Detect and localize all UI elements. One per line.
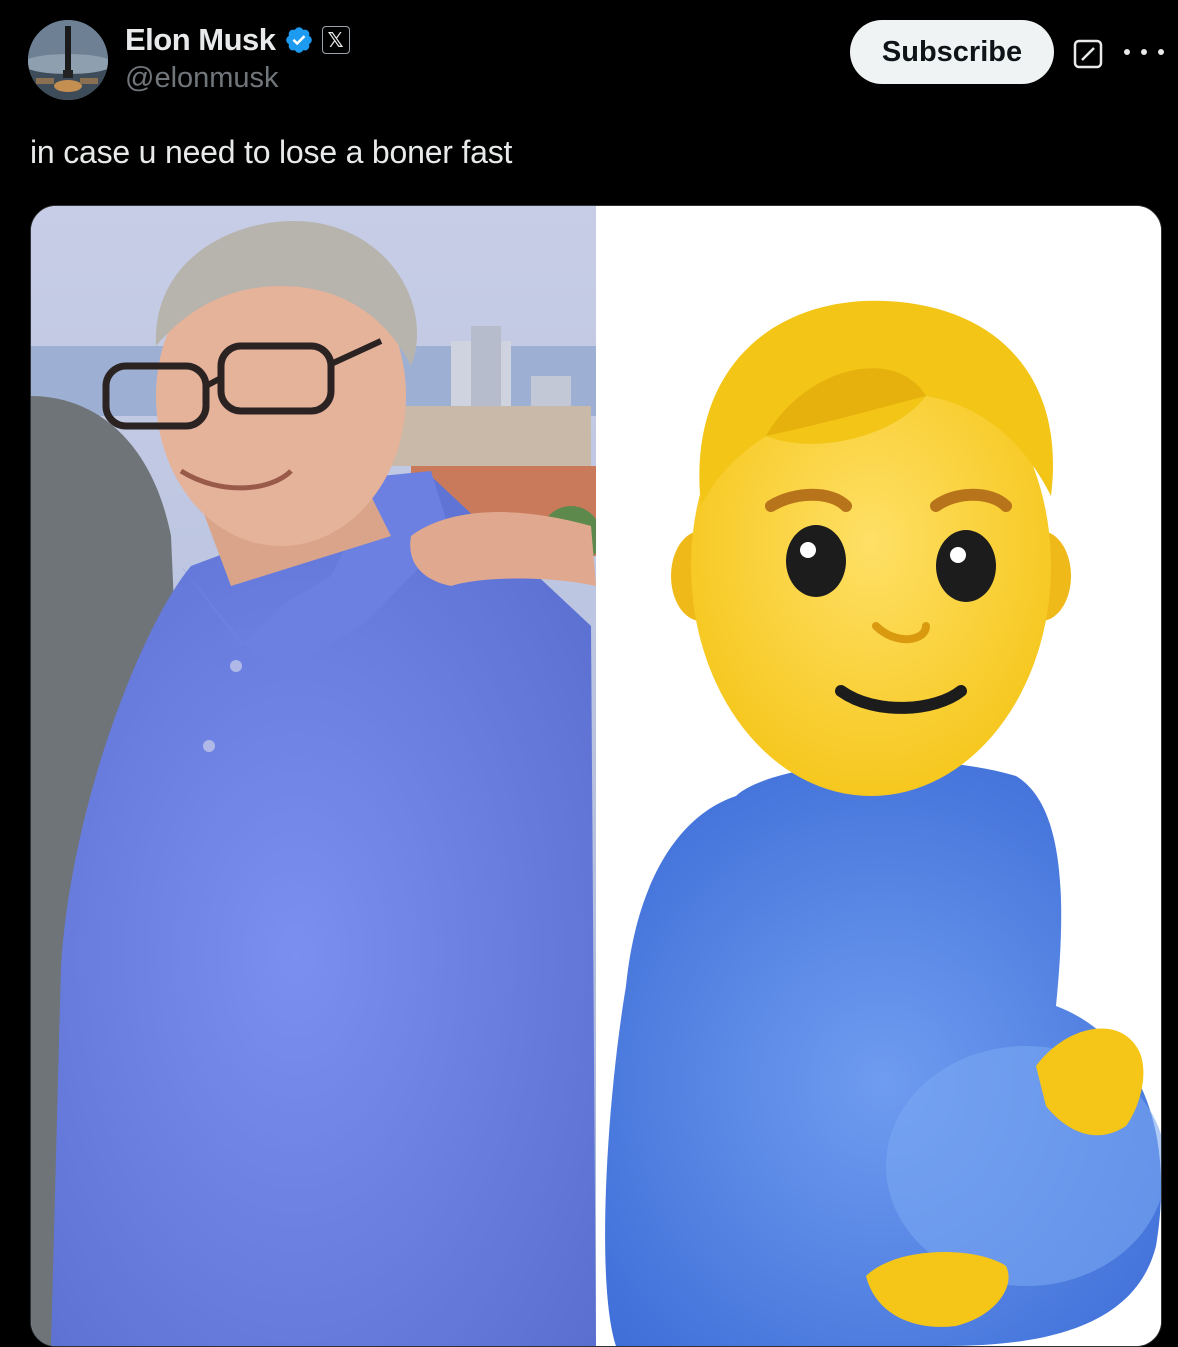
rocket-launch-avatar-icon: [28, 20, 108, 100]
grok-icon[interactable]: [1072, 38, 1104, 70]
subscribe-button[interactable]: Subscribe: [850, 20, 1054, 84]
photo-man-blue-polo-icon: [31, 206, 596, 1346]
pregnant-man-emoji-icon: [596, 206, 1161, 1346]
media-panel-right: [596, 206, 1161, 1346]
more-icon-dot: [1124, 49, 1130, 55]
media-panel-left: [31, 206, 596, 1346]
author-name-row: Elon Musk 𝕏: [125, 22, 350, 58]
verified-badge-icon[interactable]: [284, 25, 314, 55]
more-icon-dot: [1141, 49, 1147, 55]
tweet-text: in case u need to lose a boner fast: [30, 134, 513, 170]
author-avatar[interactable]: [28, 20, 108, 100]
more-icon-dot: [1158, 49, 1164, 55]
tweet-media[interactable]: [30, 205, 1162, 1347]
author-name[interactable]: Elon Musk: [125, 22, 276, 58]
x-affiliation-badge[interactable]: 𝕏: [321, 26, 350, 54]
author-handle[interactable]: @elonmusk: [125, 62, 279, 95]
more-options-button[interactable]: [1124, 36, 1164, 68]
